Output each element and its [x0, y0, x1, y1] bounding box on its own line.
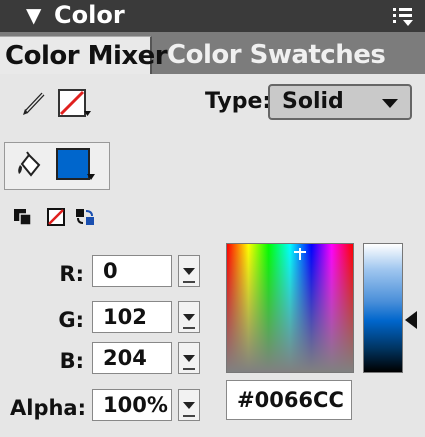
- alpha-stepper[interactable]: [178, 389, 200, 421]
- blue-value: 204: [103, 346, 147, 370]
- color-panel: ▼ Color Color Mixer Color Swatches Type:…: [0, 0, 425, 437]
- triangle-down-icon[interactable]: ▼: [26, 4, 41, 26]
- hex-color-value: #0066CC: [237, 388, 344, 412]
- chevron-down-icon: [382, 99, 398, 108]
- paint-bucket-icon[interactable]: [14, 150, 44, 180]
- fill-color-swatch[interactable]: [56, 148, 96, 184]
- tab-color-swatches[interactable]: Color Swatches: [153, 36, 425, 72]
- alpha-value: 100%: [103, 393, 168, 417]
- tab-color-mixer[interactable]: Color Mixer: [0, 36, 168, 75]
- green-label: G:: [58, 308, 84, 332]
- swap-colors-icon[interactable]: [74, 207, 96, 227]
- fill-type-value: Solid: [282, 89, 344, 114]
- pencil-icon[interactable]: [20, 89, 50, 117]
- green-value: 102: [103, 305, 147, 329]
- red-field[interactable]: 0: [92, 255, 172, 287]
- tab-color-mixer-label: Color Mixer: [5, 41, 168, 71]
- mixer-content: [0, 74, 425, 437]
- tab-bar: Color Mixer Color Swatches: [0, 32, 425, 75]
- panel-titlebar[interactable]: ▼ Color: [0, 0, 425, 33]
- brightness-slider[interactable]: [363, 243, 403, 373]
- alpha-field[interactable]: 100%: [92, 389, 172, 421]
- tab-color-swatches-label: Color Swatches: [167, 40, 386, 70]
- panel-title: Color: [54, 1, 125, 29]
- red-value: 0: [103, 259, 118, 283]
- alpha-label: Alpha:: [10, 396, 87, 420]
- type-label: Type:: [205, 89, 272, 114]
- black-white-icon[interactable]: [12, 207, 34, 227]
- blue-label: B:: [59, 349, 84, 373]
- fill-type-select[interactable]: Solid: [268, 84, 412, 120]
- color-spectrum-picker[interactable]: [226, 243, 354, 373]
- stroke-color-swatch[interactable]: [58, 89, 92, 119]
- green-stepper[interactable]: [178, 301, 200, 333]
- slider-handle-icon[interactable]: [405, 311, 417, 329]
- green-field[interactable]: 102: [92, 301, 172, 333]
- crosshair-icon[interactable]: [294, 248, 306, 260]
- red-label: R:: [59, 262, 84, 286]
- blue-stepper[interactable]: [178, 342, 200, 374]
- red-stepper[interactable]: [178, 255, 200, 287]
- blue-field[interactable]: 204: [92, 342, 172, 374]
- no-color-icon[interactable]: [46, 207, 68, 227]
- hex-color-field[interactable]: #0066CC: [226, 380, 352, 420]
- panel-menu-icon[interactable]: [391, 5, 415, 27]
